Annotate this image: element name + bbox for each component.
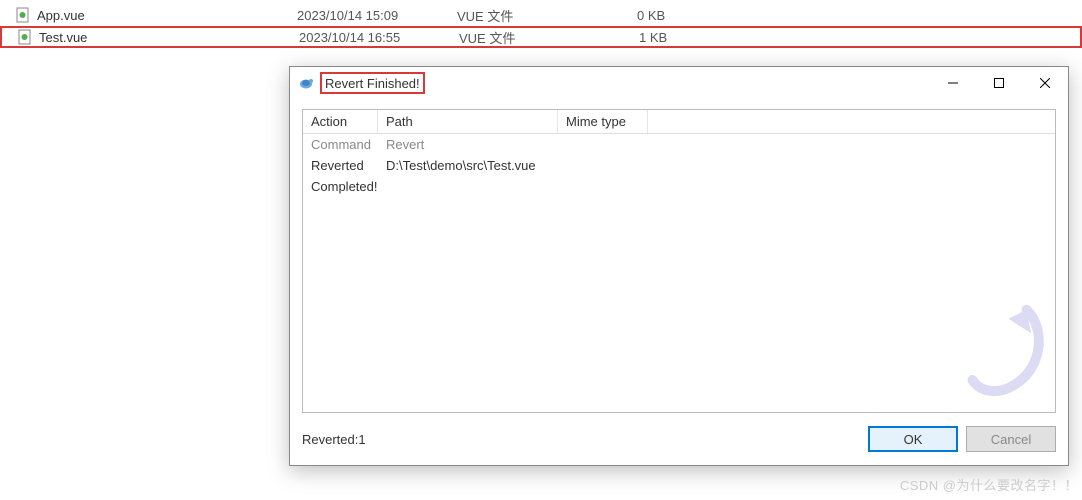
dialog-title-highlight: Revert Finished! bbox=[320, 72, 425, 94]
revert-arrow-icon bbox=[959, 298, 1049, 408]
result-table: Action Path Mime type Command Revert Rev… bbox=[302, 109, 1056, 413]
close-button[interactable] bbox=[1022, 68, 1068, 98]
file-size: 1 KB bbox=[639, 30, 719, 45]
header-path[interactable]: Path bbox=[378, 110, 558, 133]
button-row: OK Cancel bbox=[868, 426, 1056, 452]
cell-action: Command bbox=[303, 137, 378, 152]
cell-path: D:\Test\demo\src\Test.vue bbox=[378, 158, 558, 173]
table-row[interactable]: Completed! bbox=[303, 176, 1055, 197]
vue-file-icon bbox=[17, 29, 33, 45]
maximize-button[interactable] bbox=[976, 68, 1022, 98]
window-controls bbox=[930, 68, 1068, 98]
file-date: 2023/10/14 16:55 bbox=[299, 30, 459, 45]
minimize-button[interactable] bbox=[930, 68, 976, 98]
header-action[interactable]: Action bbox=[303, 110, 378, 133]
file-name: Test.vue bbox=[39, 30, 299, 45]
revert-dialog: Revert Finished! Action Path Mime type bbox=[289, 66, 1069, 466]
header-mime[interactable]: Mime type bbox=[558, 110, 648, 133]
file-list: App.vue 2023/10/14 15:09 VUE 文件 0 KB Tes… bbox=[0, 0, 1082, 52]
file-name: App.vue bbox=[37, 8, 297, 23]
table-row[interactable]: Command Revert bbox=[303, 134, 1055, 155]
file-row-highlighted[interactable]: Test.vue 2023/10/14 16:55 VUE 文件 1 KB bbox=[0, 26, 1082, 48]
dialog-body: Action Path Mime type Command Revert Rev… bbox=[290, 99, 1068, 465]
file-row[interactable]: App.vue 2023/10/14 15:09 VUE 文件 0 KB bbox=[0, 4, 1082, 26]
status-row: Reverted:1 OK Cancel bbox=[302, 423, 1056, 455]
file-type: VUE 文件 bbox=[459, 28, 639, 47]
cancel-button: Cancel bbox=[966, 426, 1056, 452]
cell-action: Reverted bbox=[303, 158, 378, 173]
table-body: Command Revert Reverted D:\Test\demo\src… bbox=[303, 134, 1055, 197]
file-size: 0 KB bbox=[637, 8, 717, 23]
file-date: 2023/10/14 15:09 bbox=[297, 8, 457, 23]
status-text: Reverted:1 bbox=[302, 432, 366, 447]
ok-button[interactable]: OK bbox=[868, 426, 958, 452]
file-type: VUE 文件 bbox=[457, 6, 637, 25]
csdn-watermark: CSDN @为什么要改名字！！ bbox=[900, 475, 1078, 494]
cell-path: Revert bbox=[378, 137, 558, 152]
table-header: Action Path Mime type bbox=[303, 110, 1055, 134]
tortoise-svn-icon bbox=[298, 75, 314, 91]
dialog-title: Revert Finished! bbox=[325, 76, 420, 91]
table-row[interactable]: Reverted D:\Test\demo\src\Test.vue bbox=[303, 155, 1055, 176]
titlebar[interactable]: Revert Finished! bbox=[290, 67, 1068, 99]
cell-action: Completed! bbox=[303, 179, 378, 194]
vue-file-icon bbox=[15, 7, 31, 23]
